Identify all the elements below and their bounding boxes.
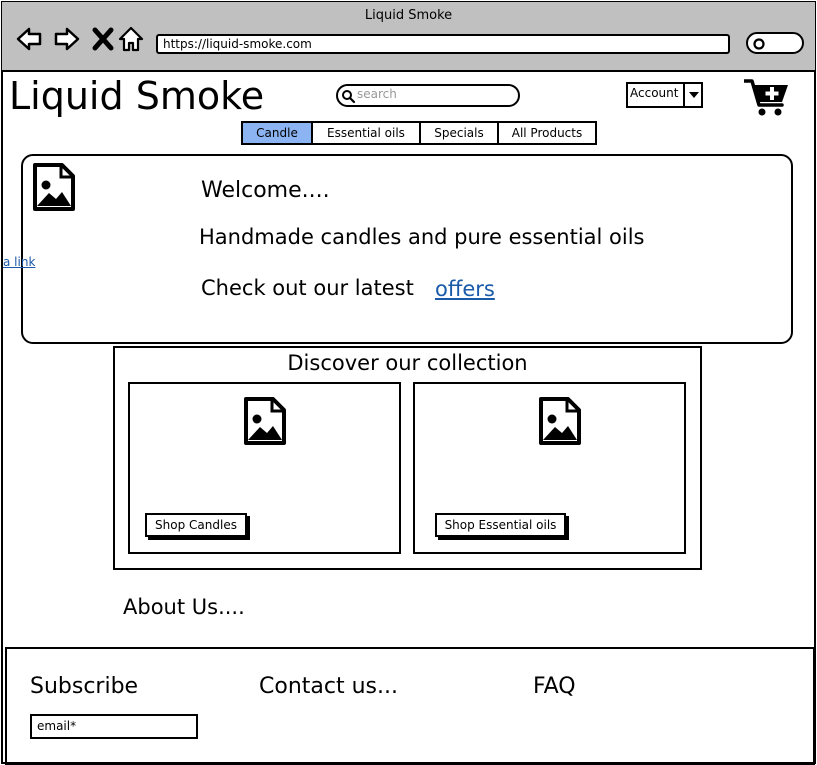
address-bar[interactable]: https://liquid-smoke.com bbox=[156, 34, 730, 54]
search-icon bbox=[753, 38, 765, 50]
site-logo[interactable]: Liquid Smoke bbox=[9, 74, 264, 118]
back-arrow-icon[interactable] bbox=[16, 26, 42, 52]
forward-arrow-icon[interactable] bbox=[54, 26, 80, 52]
shop-essential-oils-button[interactable]: Shop Essential oils bbox=[435, 513, 566, 537]
tab-all-products[interactable]: All Products bbox=[497, 121, 597, 145]
subscribe-heading: Subscribe bbox=[30, 674, 139, 699]
collection-title: Discover our collection bbox=[287, 351, 528, 375]
search-icon bbox=[342, 90, 356, 104]
about-us-heading[interactable]: About Us.... bbox=[123, 595, 245, 619]
tab-specials[interactable]: Specials bbox=[419, 121, 499, 145]
home-icon[interactable] bbox=[118, 26, 144, 52]
hero-banner bbox=[21, 154, 793, 344]
contact-us-link[interactable]: Contact us... bbox=[259, 674, 398, 699]
dropdown-divider bbox=[683, 84, 685, 106]
tab-candle[interactable]: Candle bbox=[241, 121, 313, 145]
window-title: Liquid Smoke bbox=[364, 8, 453, 23]
tab-essential-oils[interactable]: Essential oils bbox=[311, 121, 421, 145]
image-placeholder-icon bbox=[539, 397, 581, 445]
account-label: Account bbox=[630, 86, 679, 100]
shopping-cart-icon[interactable] bbox=[744, 78, 790, 118]
side-link[interactable]: a link bbox=[3, 255, 35, 269]
search-placeholder: search bbox=[357, 87, 397, 101]
welcome-heading: Welcome.... bbox=[201, 178, 330, 203]
close-icon[interactable] bbox=[90, 26, 116, 52]
offers-link[interactable]: offers bbox=[435, 277, 495, 301]
browser-search-field[interactable] bbox=[746, 32, 804, 54]
footer bbox=[5, 647, 815, 765]
offers-prefix: Check out our latest bbox=[201, 276, 414, 300]
browser-chrome: Liquid Smoke https://liquid-smoke.com bbox=[2, 2, 815, 72]
image-placeholder-icon bbox=[244, 397, 286, 445]
faq-link[interactable]: FAQ bbox=[533, 674, 576, 699]
hero-tagline: Handmade candles and pure essential oils bbox=[199, 225, 645, 249]
image-placeholder-icon bbox=[33, 163, 75, 211]
email-field[interactable]: email* bbox=[30, 714, 198, 739]
shop-candles-button[interactable]: Shop Candles bbox=[145, 513, 247, 537]
chevron-down-icon[interactable] bbox=[689, 92, 699, 98]
